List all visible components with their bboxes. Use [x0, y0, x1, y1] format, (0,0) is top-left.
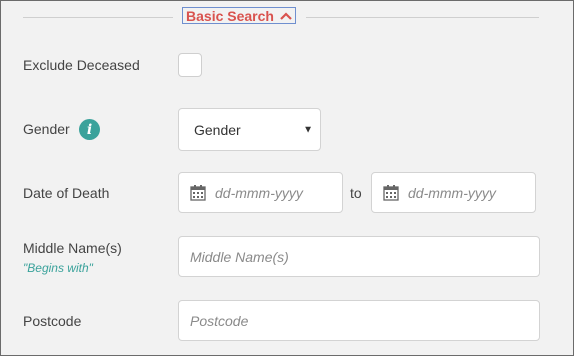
basic-search-toggle[interactable]: Basic Search: [182, 7, 296, 24]
calendar-icon: [383, 184, 399, 201]
dropdown-caret-icon: ▼: [303, 124, 313, 135]
date-of-death-to-input[interactable]: dd-mmm-yyyy: [371, 172, 536, 213]
section-divider-right: [306, 17, 539, 18]
middle-names-input[interactable]: Middle Name(s): [178, 236, 540, 277]
info-icon[interactable]: i: [79, 119, 100, 140]
date-of-death-label: Date of Death: [23, 185, 110, 201]
postcode-placeholder: Postcode: [190, 312, 249, 329]
postcode-input[interactable]: Postcode: [178, 300, 540, 341]
chevron-up-icon: [280, 11, 292, 20]
gender-select[interactable]: Gender ▼: [178, 108, 321, 151]
date-range-to-label: to: [350, 185, 362, 201]
basic-search-toggle-label: Basic Search: [186, 7, 274, 24]
postcode-label: Postcode: [23, 313, 82, 329]
gender-label: Gender: [23, 121, 70, 137]
date-of-death-from-input[interactable]: dd-mmm-yyyy: [178, 172, 343, 213]
date-to-placeholder: dd-mmm-yyyy: [408, 184, 496, 201]
middle-names-placeholder: Middle Name(s): [190, 248, 289, 265]
date-from-placeholder: dd-mmm-yyyy: [215, 184, 303, 201]
basic-search-panel: Basic Search Exclude Deceased Gender i G…: [0, 0, 574, 356]
exclude-deceased-label: Exclude Deceased: [23, 57, 140, 73]
section-divider-left: [23, 17, 173, 18]
middle-names-label: Middle Name(s): [23, 240, 122, 256]
gender-select-value: Gender: [194, 121, 241, 138]
calendar-icon: [190, 184, 206, 201]
exclude-deceased-checkbox[interactable]: [178, 53, 202, 77]
middle-names-hint: "Begins with": [23, 261, 93, 275]
